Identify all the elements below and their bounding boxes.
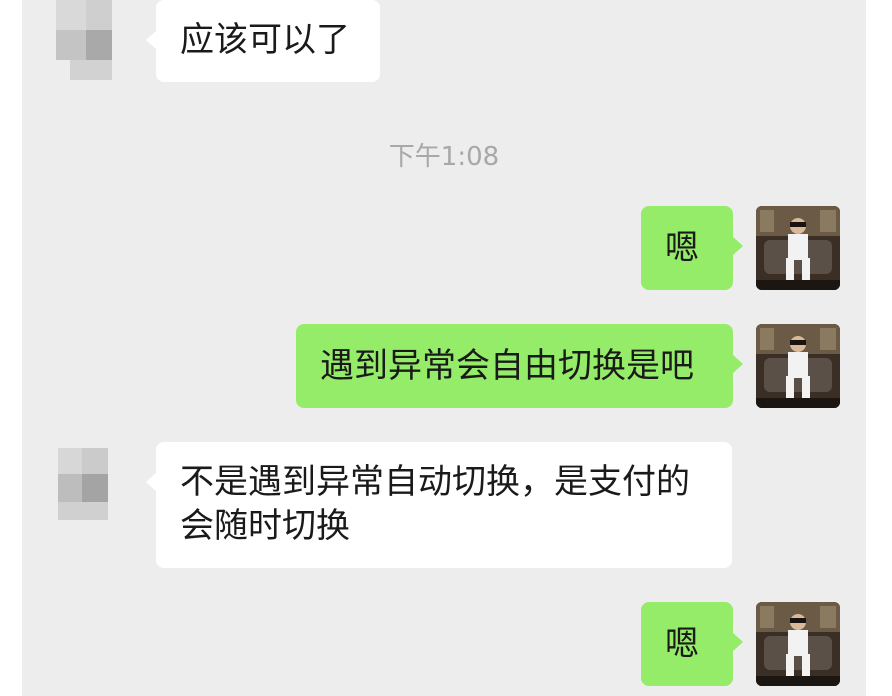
message-text: 嗯 xyxy=(665,228,699,268)
message-text: 应该可以了 xyxy=(180,20,350,60)
bubble-tail xyxy=(732,354,743,374)
user-photo-icon xyxy=(756,324,840,408)
bubble-tail xyxy=(732,632,743,652)
bubble-tail xyxy=(146,30,157,50)
user-photo-icon xyxy=(756,602,840,686)
self-avatar[interactable] xyxy=(756,602,840,686)
contact-avatar[interactable] xyxy=(42,0,126,80)
outgoing-message-bubble[interactable]: 嗯 xyxy=(641,206,743,290)
message-timestamp: 下午1:08 xyxy=(388,142,500,172)
user-photo-icon xyxy=(756,206,840,290)
bubble-tail xyxy=(146,472,157,492)
contact-avatar[interactable] xyxy=(42,440,126,524)
incoming-message-bubble[interactable]: 应该可以了 xyxy=(146,0,380,82)
message-text: 遇到异常会自由切换是吧 xyxy=(320,346,694,386)
bubble-tail xyxy=(732,236,743,256)
message-text-line: 会随时切换 xyxy=(180,506,350,546)
outgoing-message-bubble[interactable]: 嗯 xyxy=(641,602,743,686)
outgoing-message-bubble[interactable]: 遇到异常会自由切换是吧 xyxy=(296,324,743,408)
self-avatar[interactable] xyxy=(756,206,840,290)
screen-edge xyxy=(866,0,892,696)
message-text: 嗯 xyxy=(665,624,699,664)
chat-message-area[interactable]: 应该可以了 下午1:08 嗯 遇到异常会自由切换是吧 不是遇到异常自动切换，是支… xyxy=(22,0,866,696)
message-text-line: 不是遇到异常自动切换，是支付的 xyxy=(180,462,690,502)
self-avatar[interactable] xyxy=(756,324,840,408)
incoming-message-bubble[interactable]: 不是遇到异常自动切换，是支付的 会随时切换 xyxy=(146,442,732,568)
